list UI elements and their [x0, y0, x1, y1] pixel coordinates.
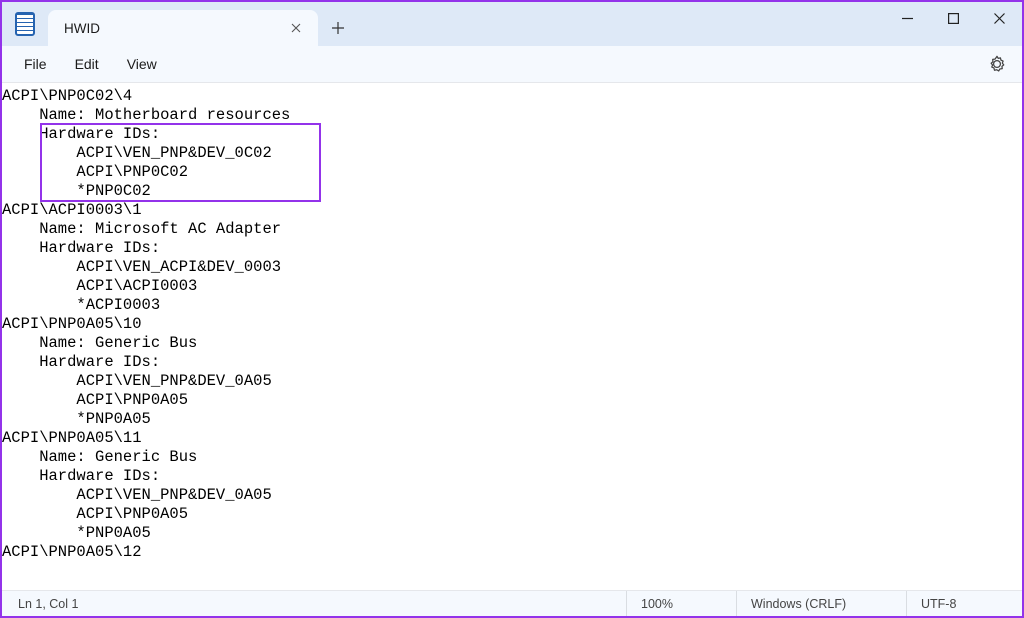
close-window-button[interactable] [976, 2, 1022, 34]
gear-icon [988, 55, 1006, 73]
document-tab[interactable]: HWID [48, 10, 318, 46]
notepad-icon [15, 12, 35, 36]
editor-content[interactable]: ACPI\PNP0C02\4 Name: Motherboard resourc… [2, 83, 1022, 562]
title-bar: HWID [2, 2, 1022, 46]
menu-edit[interactable]: Edit [61, 50, 113, 78]
window-controls [884, 2, 1022, 34]
status-position[interactable]: Ln 1, Col 1 [8, 591, 626, 616]
maximize-button[interactable] [930, 2, 976, 34]
status-bar: Ln 1, Col 1 100% Windows (CRLF) UTF-8 [2, 590, 1022, 616]
settings-button[interactable] [980, 47, 1014, 81]
close-tab-icon[interactable] [284, 16, 308, 40]
app-icon [2, 2, 48, 46]
new-tab-button[interactable] [318, 10, 358, 46]
status-encoding[interactable]: UTF-8 [906, 591, 1016, 616]
tab-title: HWID [64, 21, 284, 36]
menu-view[interactable]: View [113, 50, 171, 78]
status-zoom[interactable]: 100% [626, 591, 736, 616]
text-editor[interactable]: ACPI\PNP0C02\4 Name: Motherboard resourc… [2, 83, 1022, 590]
minimize-button[interactable] [884, 2, 930, 34]
menu-bar: File Edit View [2, 46, 1022, 83]
status-line-ending[interactable]: Windows (CRLF) [736, 591, 906, 616]
menu-file[interactable]: File [10, 50, 61, 78]
